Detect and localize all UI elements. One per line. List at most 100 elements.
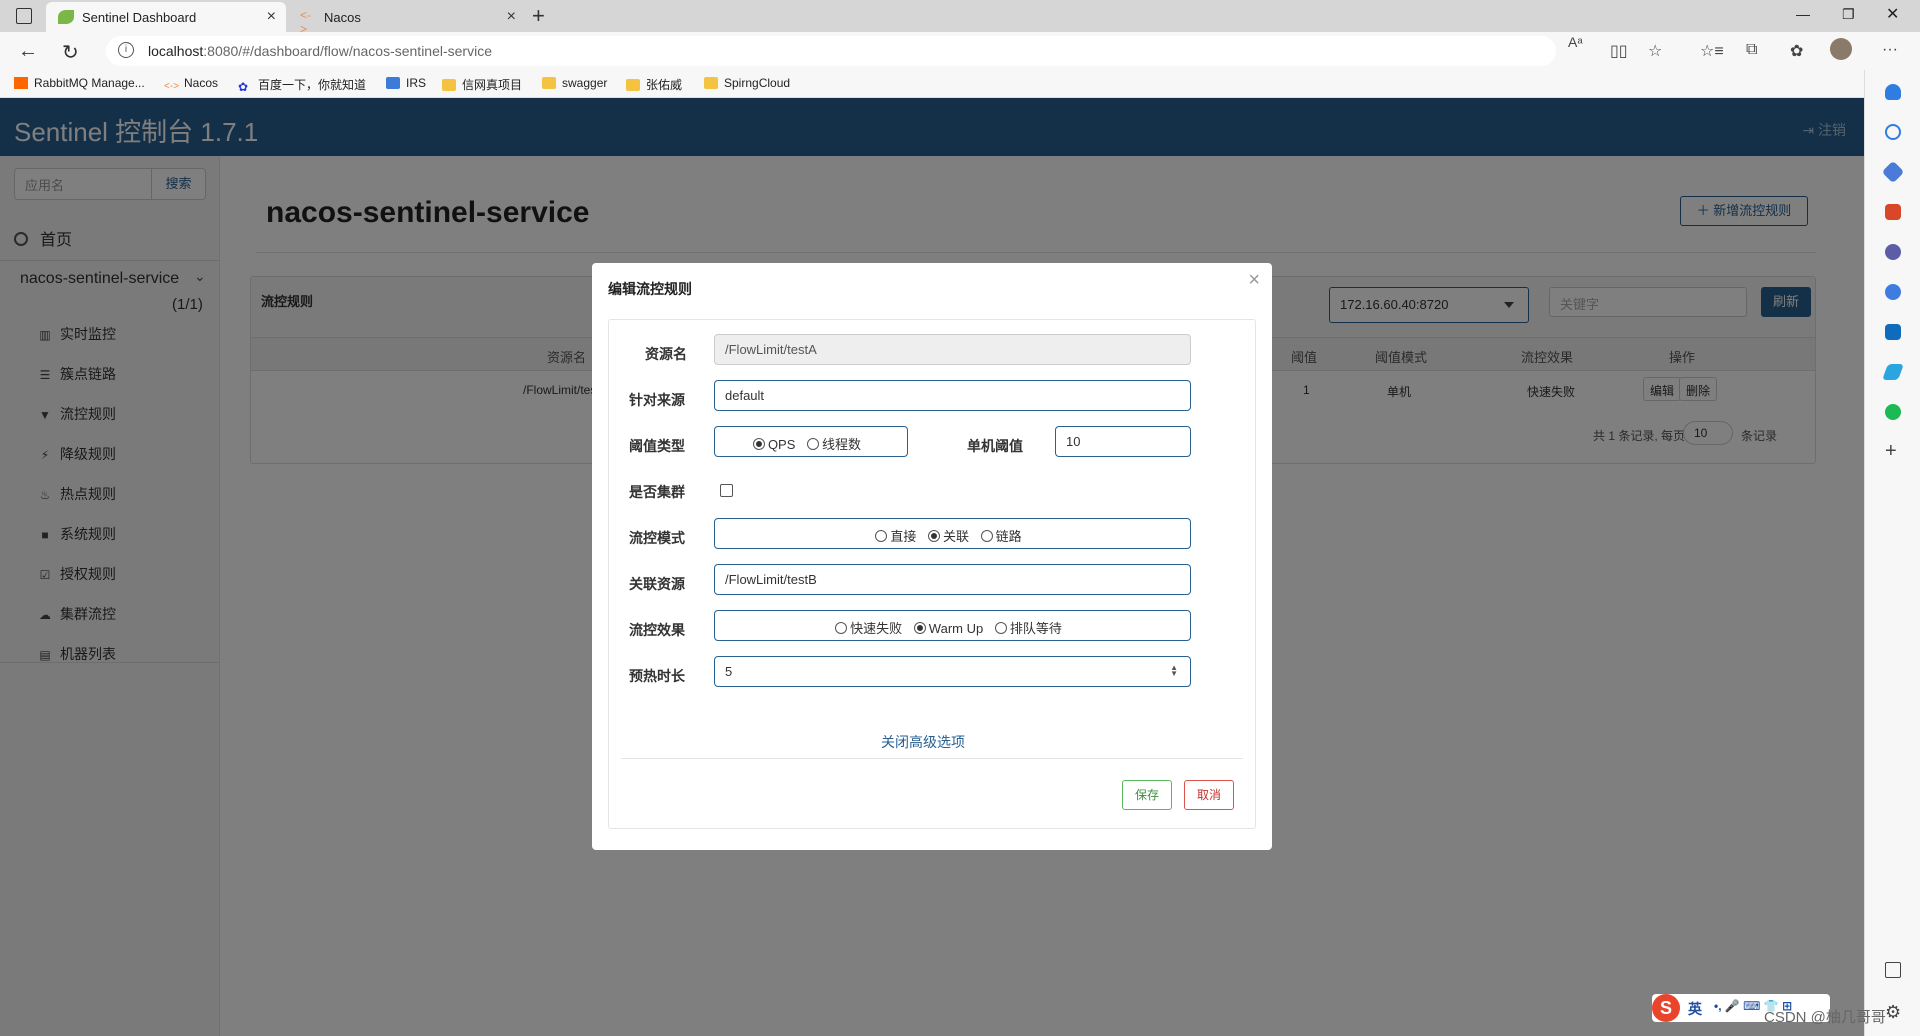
back-icon[interactable]: ← xyxy=(18,40,38,63)
folder-icon xyxy=(704,77,718,89)
spinner-arrows-icon[interactable]: ▲ ▼ xyxy=(1170,664,1178,678)
label-grade: 阈值类型 xyxy=(629,438,685,454)
close-window-button[interactable]: ✕ xyxy=(1886,4,1899,24)
label-ref-resource: 关联资源 xyxy=(629,576,685,592)
nacos-icon: <-> xyxy=(164,81,180,92)
bell-icon[interactable] xyxy=(1885,84,1901,100)
rabbitmq-icon xyxy=(14,77,28,89)
radio-direct[interactable]: 直接 xyxy=(875,529,916,544)
bookmark-folder[interactable]: swagger xyxy=(542,76,607,90)
tab-sentinel[interactable]: Sentinel Dashboard × xyxy=(46,2,286,32)
tab-actions-icon[interactable] xyxy=(16,8,32,24)
close-icon[interactable]: × xyxy=(1248,269,1260,292)
radio-thread-count[interactable]: 线程数 xyxy=(807,437,861,452)
profile-avatar[interactable] xyxy=(1830,38,1852,60)
leaf-icon xyxy=(58,10,74,24)
resource-field: /FlowLimit/testA xyxy=(714,334,1191,365)
url-host: localhost xyxy=(148,43,204,59)
radio-checked-icon xyxy=(752,438,765,450)
bookmark-irs[interactable]: IRS xyxy=(386,76,426,90)
edit-flow-rule-dialog: 编辑流控规则 × 资源名 /FlowLimit/testA 针对来源 defau… xyxy=(592,263,1272,850)
divider xyxy=(621,758,1243,759)
radio-checked-icon xyxy=(913,622,926,634)
bookmark-baidu[interactable]: ✿ 百度一下，你就知道 xyxy=(238,76,366,94)
tab-nacos[interactable]: <-> Nacos × xyxy=(288,2,526,36)
radio-chain[interactable]: 链路 xyxy=(980,529,1022,544)
outlook-icon[interactable] xyxy=(1885,324,1901,340)
folder-icon xyxy=(542,77,556,89)
bookmark-folder[interactable]: 张佑威 xyxy=(626,76,682,93)
label-single-threshold: 单机阈值 xyxy=(967,438,1023,454)
label-origin: 针对来源 xyxy=(629,392,685,408)
minimize-button[interactable]: — xyxy=(1796,6,1810,22)
close-icon[interactable]: × xyxy=(507,8,516,26)
browser-tab-bar: Sentinel Dashboard × <-> Nacos × + — ❐ ✕ xyxy=(0,0,1920,36)
strategy-radio-group: 直接 关联 链路 xyxy=(714,518,1191,549)
bookmark-folder[interactable]: 信网真项目 xyxy=(442,76,522,93)
close-advanced-options-link[interactable]: 关闭高级选项 xyxy=(881,732,965,752)
collections-icon[interactable]: ⧉ xyxy=(1746,41,1757,59)
watermark: CSDN @柚几哥哥 xyxy=(1764,1009,1886,1026)
toolbox-icon[interactable] xyxy=(1885,204,1901,220)
bookmark-rabbitmq[interactable]: RabbitMQ Manage... xyxy=(14,76,145,90)
new-tab-button[interactable]: + xyxy=(532,3,545,29)
send-icon[interactable] xyxy=(1882,364,1904,380)
threshold-field[interactable]: 10 xyxy=(1055,426,1191,457)
copilot-icon[interactable] xyxy=(1885,284,1901,300)
sentinel-app: Sentinel 控制台 1.7.1 ⇥ 注销 应用名 搜索 首页 nacos-… xyxy=(0,98,1864,1036)
split-screen-icon[interactable]: ▯▯ xyxy=(1610,41,1628,61)
url-field[interactable]: i localhost:8080/#/dashboard/flow/nacos-… xyxy=(106,34,1583,66)
sogou-icon: S xyxy=(1652,994,1680,1022)
bookmark-folder[interactable]: SpirngCloud xyxy=(704,76,790,90)
read-aloud-icon[interactable]: Aᵃ xyxy=(1568,34,1583,50)
info-icon[interactable]: i xyxy=(118,42,134,58)
search-icon[interactable] xyxy=(1885,124,1901,140)
radio-checked-icon xyxy=(927,530,940,542)
extensions-icon[interactable]: ✿ xyxy=(1790,41,1803,61)
settings-gear-icon[interactable]: ⚙ xyxy=(1885,1002,1901,1022)
screenshot-icon[interactable] xyxy=(1885,962,1901,978)
dialog-form: 资源名 /FlowLimit/testA 针对来源 default 阈值类型 Q… xyxy=(608,319,1256,829)
radio-unchecked-icon xyxy=(980,530,993,542)
more-menu-icon[interactable]: ··· xyxy=(1882,41,1898,59)
grade-radio-group: QPS 线程数 xyxy=(714,426,908,457)
restore-button[interactable]: ❐ xyxy=(1842,6,1855,23)
label-resource: 资源名 xyxy=(645,346,687,362)
origin-field[interactable]: default xyxy=(714,380,1191,411)
dialog-title: 编辑流控规则 xyxy=(608,281,692,297)
tag-icon[interactable] xyxy=(1881,160,1905,184)
url-path: :8080/#/dashboard/flow/nacos-sentinel-se… xyxy=(203,43,492,59)
warmup-number-field[interactable]: 5 ▲ ▼ xyxy=(714,656,1191,687)
radio-unchecked-icon xyxy=(994,622,1007,634)
radio-unchecked-icon xyxy=(835,622,848,634)
spotify-icon[interactable] xyxy=(1885,404,1901,420)
baidu-paw-icon: ✿ xyxy=(238,80,249,94)
cancel-button[interactable]: 取消 xyxy=(1184,780,1234,810)
radio-relate[interactable]: 关联 xyxy=(927,529,969,544)
radio-qps[interactable]: QPS xyxy=(752,437,795,452)
favorite-star-icon[interactable]: ☆ xyxy=(1648,41,1662,61)
irs-icon xyxy=(386,77,400,89)
label-behavior: 流控效果 xyxy=(629,622,685,638)
radio-warm-up[interactable]: Warm Up xyxy=(913,621,983,636)
add-icon[interactable]: + xyxy=(1885,440,1901,462)
save-button[interactable]: 保存 xyxy=(1122,780,1172,810)
radio-fast-fail[interactable]: 快速失败 xyxy=(835,621,902,636)
cluster-checkbox[interactable] xyxy=(720,484,733,497)
radio-unchecked-icon xyxy=(875,530,888,542)
browser-sidebar: + ⚙ xyxy=(1864,70,1920,1036)
label-cluster: 是否集群 xyxy=(629,484,685,500)
radio-queue[interactable]: 排队等待 xyxy=(994,621,1062,636)
bookmarks-bar: RabbitMQ Manage... <-> Nacos ✿ 百度一下，你就知道 I… xyxy=(0,70,1920,98)
games-icon[interactable] xyxy=(1885,244,1901,260)
radio-unchecked-icon xyxy=(807,438,820,450)
folder-icon xyxy=(442,79,456,91)
label-warmup: 预热时长 xyxy=(629,668,685,684)
ime-language: 英 xyxy=(1688,1001,1702,1017)
reload-icon[interactable]: ↻ xyxy=(62,40,79,65)
bookmark-nacos[interactable]: <-> Nacos xyxy=(164,76,218,93)
favorites-icon[interactable]: ☆≡ xyxy=(1700,41,1724,61)
label-strategy: 流控模式 xyxy=(629,530,685,546)
close-icon[interactable]: × xyxy=(267,8,276,26)
ref-resource-field[interactable]: /FlowLimit/testB xyxy=(714,564,1191,595)
